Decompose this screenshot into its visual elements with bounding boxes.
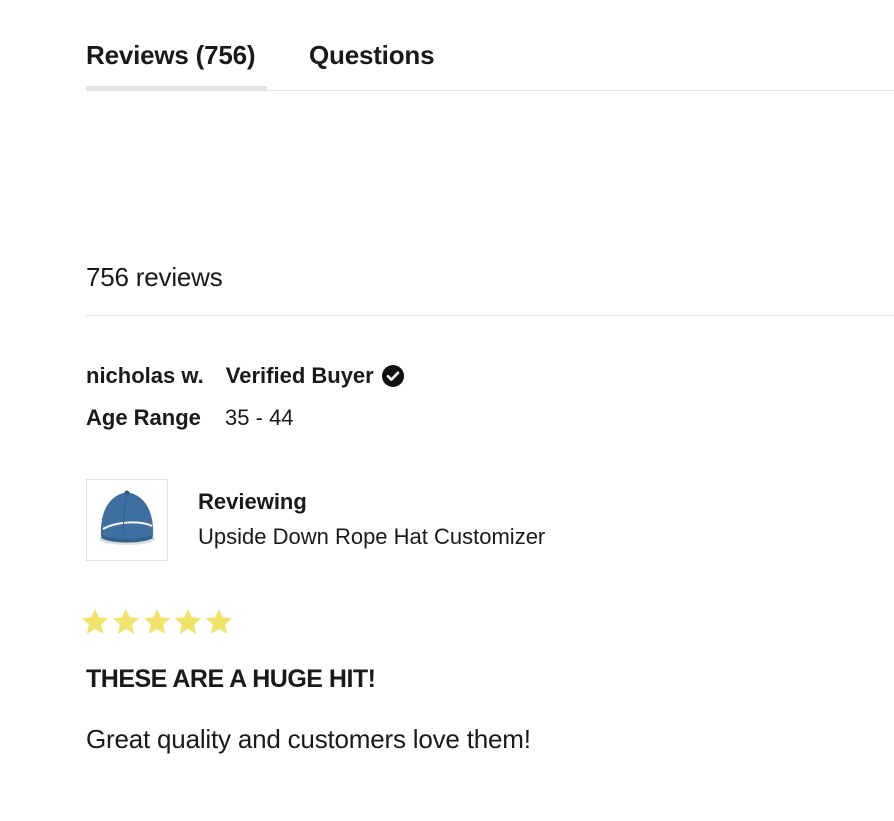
reviewer-name: nicholas w. xyxy=(86,363,204,388)
tab-questions[interactable]: Questions xyxy=(309,40,435,71)
star-icon xyxy=(174,608,202,634)
review-body: Great quality and customers love them! xyxy=(86,724,531,754)
star-icon xyxy=(143,608,171,634)
product-thumbnail[interactable] xyxy=(86,479,168,561)
reviewing-label: Reviewing xyxy=(198,489,307,514)
age-range-value: 35 - 44 xyxy=(225,405,294,430)
star-icon xyxy=(205,608,233,634)
star-rating xyxy=(80,607,234,637)
divider xyxy=(86,315,894,316)
active-tab-indicator xyxy=(86,86,267,91)
reviewer-info: nicholas w. Verified Buyer xyxy=(86,362,404,390)
hat-image xyxy=(99,490,155,545)
star-icon xyxy=(81,608,109,634)
review-count: 756 reviews xyxy=(86,262,223,292)
verified-buyer-label: Verified Buyer xyxy=(225,363,374,388)
verified-check-icon xyxy=(381,365,404,387)
star-icon xyxy=(112,608,140,634)
product-name-link[interactable]: Upside Down Rope Hat Customizer xyxy=(198,524,545,550)
age-range: Age Range 35 - 44 xyxy=(86,405,294,431)
review-title: THESE ARE A HUGE HIT! xyxy=(86,665,376,693)
reviews-page: Reviews (756) Questions 756 reviews nich… xyxy=(0,0,894,821)
age-range-label: Age Range xyxy=(86,405,201,430)
review-tabs: Reviews (756) Questions xyxy=(86,36,894,91)
tab-reviews[interactable]: Reviews (756) xyxy=(86,40,256,71)
